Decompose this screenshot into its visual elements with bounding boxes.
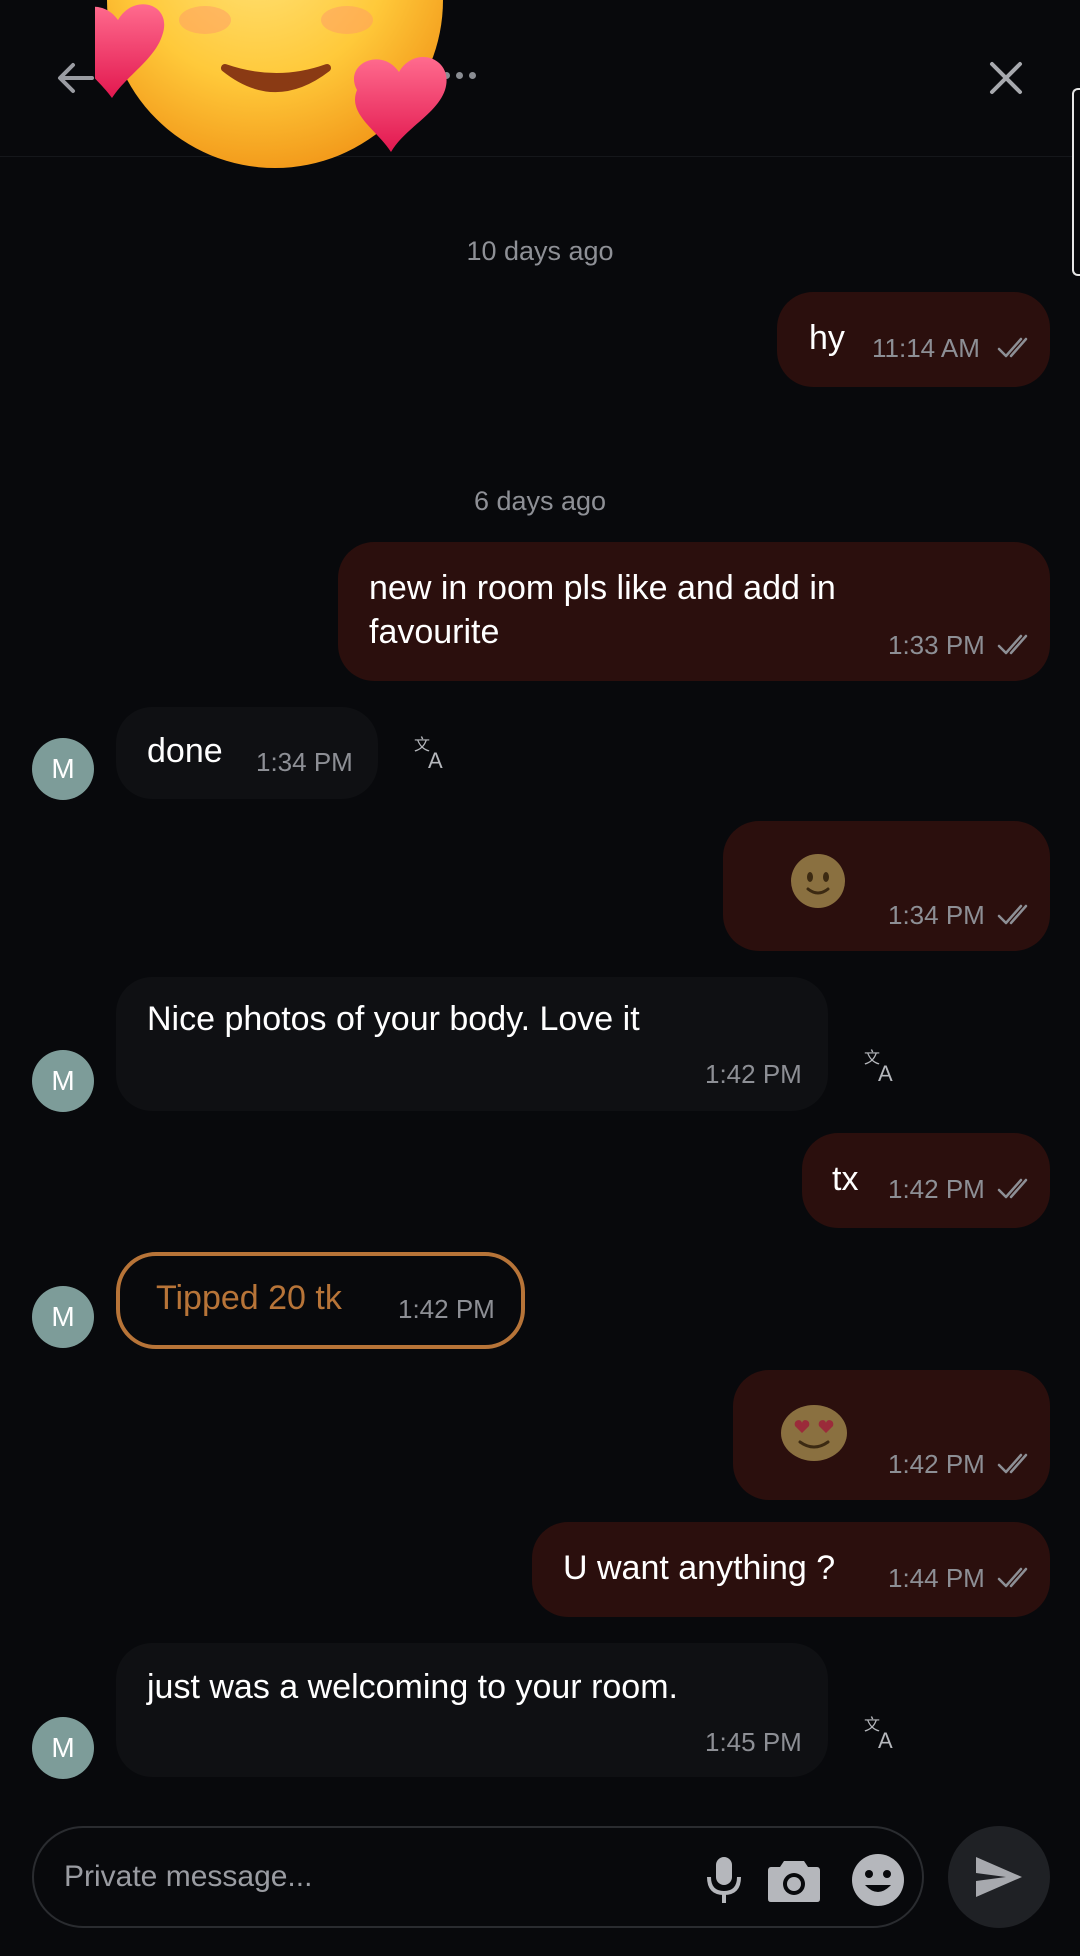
message-text: Nice photos of your body. Love it bbox=[147, 1000, 640, 1038]
message-text: hy bbox=[809, 319, 845, 357]
close-icon bbox=[990, 62, 1022, 94]
message-text-line-2: favourite bbox=[369, 613, 500, 651]
camera-button[interactable] bbox=[766, 1852, 822, 1908]
microphone-button[interactable] bbox=[696, 1852, 752, 1908]
outgoing-message[interactable]: tx 1:42 PM bbox=[802, 1133, 1050, 1228]
message-time: 1:42 PM bbox=[888, 1174, 985, 1204]
tip-message[interactable]: Tipped 20 tk 1:42 PM bbox=[116, 1252, 525, 1349]
message-time: 1:45 PM bbox=[705, 1727, 802, 1757]
smiling-face-with-heart-eyes-icon bbox=[781, 1405, 847, 1461]
translate-icon[interactable]: 文 A bbox=[412, 732, 452, 772]
microphone-icon bbox=[707, 1857, 741, 1903]
camera-icon bbox=[768, 1861, 820, 1902]
message-composer bbox=[32, 1826, 924, 1928]
message-text-line-1: new in room pls like and add in bbox=[369, 569, 836, 607]
tip-text: Tipped 20 tk bbox=[156, 1279, 342, 1317]
read-ticks-icon bbox=[997, 1453, 1028, 1474]
date-separator: 10 days ago bbox=[466, 236, 614, 266]
arrow-left-icon bbox=[58, 63, 94, 93]
outgoing-emoji-message[interactable]: 1:34 PM bbox=[723, 821, 1050, 951]
message-text: U want anything ? bbox=[563, 1549, 836, 1587]
message-text: just was a welcoming to your room. bbox=[147, 1668, 678, 1706]
translate-icon[interactable]: 文 A bbox=[862, 1045, 902, 1085]
slightly-smiling-face-icon bbox=[791, 854, 845, 908]
private-message-input[interactable] bbox=[64, 1854, 664, 1900]
close-button[interactable] bbox=[976, 48, 1036, 108]
message-time: 1:44 PM bbox=[888, 1563, 985, 1593]
message-time: 1:33 PM bbox=[888, 630, 985, 660]
translate-icon[interactable]: 文 A bbox=[862, 1712, 902, 1752]
outgoing-message[interactable]: U want anything ? 1:44 PM bbox=[532, 1522, 1050, 1617]
message-time: 1:34 PM bbox=[888, 900, 985, 930]
outgoing-emoji-message[interactable]: 1:42 PM bbox=[733, 1370, 1050, 1500]
read-ticks-icon bbox=[997, 1178, 1028, 1199]
avatar[interactable]: M bbox=[32, 1050, 94, 1112]
read-ticks-icon bbox=[997, 634, 1028, 655]
incoming-message[interactable]: Nice photos of your body. Love it 1:42 P… bbox=[116, 977, 828, 1111]
send-icon bbox=[976, 1857, 1022, 1897]
chat-header bbox=[0, 0, 1080, 168]
svg-text:A: A bbox=[878, 1061, 893, 1085]
outgoing-message[interactable]: hy 11:14 AM bbox=[777, 292, 1050, 387]
chat-screen: 10 days ago hy 11:14 AM 6 days ago new i… bbox=[0, 0, 1080, 1956]
smiling-face-with-hearts-sticker bbox=[95, 0, 447, 168]
message-time: 1:42 PM bbox=[705, 1059, 802, 1089]
send-button[interactable] bbox=[948, 1826, 1050, 1928]
avatar[interactable]: M bbox=[32, 738, 94, 800]
message-time: 1:42 PM bbox=[888, 1449, 985, 1479]
avatar[interactable]: M bbox=[32, 1286, 94, 1348]
outgoing-message[interactable]: new in room pls like and add in favourit… bbox=[338, 542, 1050, 681]
message-text: done bbox=[147, 732, 223, 770]
emoji-button[interactable] bbox=[850, 1852, 906, 1908]
date-separator: 6 days ago bbox=[473, 486, 607, 516]
message-time: 11:14 AM bbox=[872, 333, 980, 363]
message-time: 1:34 PM bbox=[256, 747, 353, 777]
message-text: tx bbox=[832, 1160, 859, 1198]
svg-text:A: A bbox=[428, 748, 443, 772]
incoming-message[interactable]: done 1:34 PM bbox=[116, 707, 378, 799]
read-ticks-icon bbox=[997, 337, 1028, 358]
incoming-message[interactable]: just was a welcoming to your room. 1:45 … bbox=[116, 1643, 828, 1777]
emoji-icon bbox=[852, 1854, 904, 1906]
message-time: 1:42 PM bbox=[398, 1294, 495, 1324]
read-ticks-icon bbox=[997, 904, 1028, 925]
svg-text:A: A bbox=[878, 1728, 893, 1752]
avatar[interactable]: M bbox=[32, 1717, 94, 1779]
read-ticks-icon bbox=[997, 1567, 1028, 1588]
